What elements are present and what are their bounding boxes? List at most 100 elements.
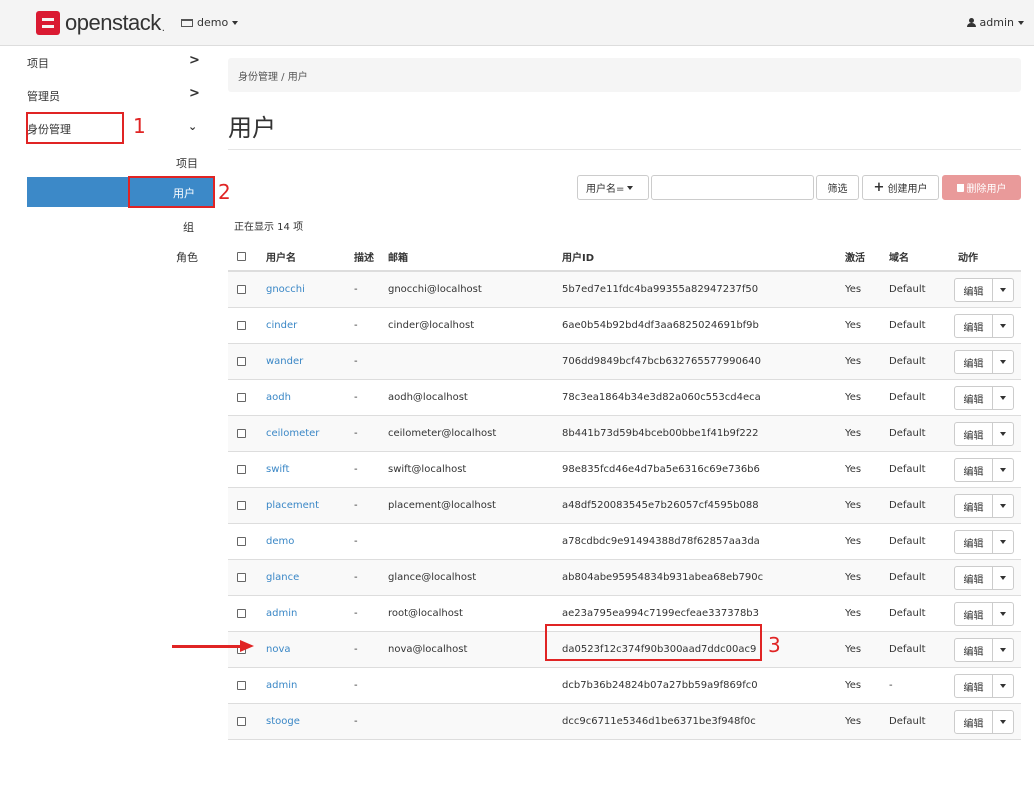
edit-button[interactable]: 编辑 [955,315,993,337]
cell-enabled: Yes [845,320,862,331]
cell-domain: Default [889,392,926,403]
col-domain[interactable]: 域名 [889,249,909,264]
actions-dropdown-toggle[interactable] [993,495,1013,517]
actions-dropdown-toggle[interactable] [993,459,1013,481]
actions-dropdown-toggle[interactable] [993,387,1013,409]
chevron-right-icon[interactable]: > [189,53,200,68]
create-user-button[interactable]: + 创建用户 [862,175,939,200]
row-checkbox[interactable] [237,501,246,510]
caret-down-icon [1000,432,1006,436]
row-checkbox[interactable] [237,537,246,546]
edit-button[interactable]: 编辑 [955,495,993,517]
cell-domain: Default [889,500,926,511]
caret-down-icon [1000,540,1006,544]
cell-user-id: 98e835fcd46e4d7ba5e6316c69e736b6 [562,464,760,475]
table-row: cinder - cinder@localhost 6ae0b54b92bd4df3a… [228,308,1021,344]
cell-username[interactable]: stooge [266,716,300,727]
edit-button[interactable]: 编辑 [955,279,993,301]
edit-button[interactable]: 编辑 [955,531,993,553]
cell-username[interactable]: aodh [266,392,291,403]
edit-button[interactable]: 编辑 [955,603,993,625]
edit-button[interactable]: 编辑 [955,387,993,409]
col-email[interactable]: 邮箱 [388,249,408,264]
actions-dropdown-toggle[interactable] [993,279,1013,301]
cell-description: - [354,428,358,439]
row-checkbox[interactable] [237,321,246,330]
row-checkbox[interactable] [237,609,246,618]
cell-enabled: Yes [845,608,862,619]
cell-username[interactable]: gnocchi [266,284,305,295]
cell-username[interactable]: ceilometer [266,428,319,439]
actions-dropdown-toggle[interactable] [993,603,1013,625]
filter-button[interactable]: 筛选 [816,175,859,200]
caret-down-icon [1000,648,1006,652]
cell-username[interactable]: demo [266,536,294,547]
row-checkbox[interactable] [237,393,246,402]
cell-enabled: Yes [845,716,862,727]
cell-username[interactable]: nova [266,644,291,655]
edit-button[interactable]: 编辑 [955,459,993,481]
col-username[interactable]: 用户名 [266,249,296,264]
cell-user-id: dcb7b36b24824b07a27bb59a9f869fc0 [562,680,758,691]
sidebar-item-project[interactable]: 项目 [27,55,49,71]
cell-enabled: Yes [845,536,862,547]
row-checkbox[interactable] [237,429,246,438]
breadcrumb[interactable]: 身份管理 / 用户 [228,58,1021,92]
row-checkbox[interactable] [237,573,246,582]
row-actions: 编辑 [954,278,1014,302]
row-checkbox[interactable] [237,285,246,294]
edit-button[interactable]: 编辑 [955,567,993,589]
sidebar-sub-roles[interactable]: 角色 [176,249,198,265]
cell-user-id: ae23a795ea994c7199ecfeae337378b3 [562,608,760,619]
top-navbar: openstack . demo admin [0,0,1034,46]
cell-username[interactable]: admin [266,608,297,619]
col-user-id[interactable]: 用户ID [562,249,594,264]
sidebar-item-admin[interactable]: 管理员 [27,88,60,104]
row-checkbox[interactable] [237,465,246,474]
cell-email: ceilometer@localhost [388,428,497,439]
cell-description: - [354,320,358,331]
table-body: gnocchi - gnocchi@localhost 5b7ed7e11fdc4ba… [228,272,1021,740]
actions-dropdown-toggle[interactable] [993,315,1013,337]
project-selector[interactable]: demo [181,16,239,29]
actions-dropdown-toggle[interactable] [993,423,1013,445]
actions-dropdown-toggle[interactable] [993,351,1013,373]
row-checkbox[interactable] [237,681,246,690]
cell-user-id: 78c3ea1864b34e3d82a060c553cd4eca [562,392,761,403]
edit-button[interactable]: 编辑 [955,423,993,445]
cell-description: - [354,500,358,511]
cell-username[interactable]: swift [266,464,289,475]
edit-button[interactable]: 编辑 [955,711,993,733]
sidebar-sub-groups[interactable]: 组 [183,219,194,235]
select-all-checkbox[interactable] [237,252,246,261]
cell-enabled: Yes [845,464,862,475]
cell-username[interactable]: cinder [266,320,297,331]
actions-dropdown-toggle[interactable] [993,711,1013,733]
delete-users-button[interactable]: 删除用户 [942,175,1021,200]
cell-username[interactable]: placement [266,500,319,511]
col-description[interactable]: 描述 [354,249,374,264]
openstack-logo[interactable]: openstack . [36,10,165,36]
chevron-down-icon[interactable]: ⌄ [188,120,197,133]
row-checkbox[interactable] [237,717,246,726]
cell-username[interactable]: wander [266,356,303,367]
cell-username[interactable]: glance [266,572,299,583]
chevron-right-icon[interactable]: > [189,86,200,101]
user-menu[interactable]: admin [966,16,1024,29]
col-enabled[interactable]: 激活 [845,249,865,264]
row-checkbox[interactable] [237,357,246,366]
filter-field-select[interactable]: 用户名= [577,175,649,200]
actions-dropdown-toggle[interactable] [993,567,1013,589]
col-actions: 动作 [958,253,978,264]
actions-dropdown-toggle[interactable] [993,639,1013,661]
filter-button-label: 筛选 [827,184,848,195]
edit-button[interactable]: 编辑 [955,639,993,661]
sidebar-sub-projects[interactable]: 项目 [176,155,198,171]
edit-button[interactable]: 编辑 [955,351,993,373]
cell-username[interactable]: admin [266,680,297,691]
cell-description: - [354,572,358,583]
actions-dropdown-toggle[interactable] [993,531,1013,553]
filter-input[interactable] [651,175,814,200]
edit-button[interactable]: 编辑 [955,675,993,697]
actions-dropdown-toggle[interactable] [993,675,1013,697]
